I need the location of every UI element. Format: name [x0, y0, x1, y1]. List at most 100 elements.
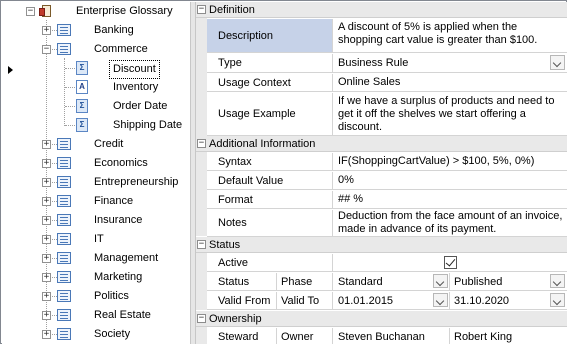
- tree-item-label: Politics: [94, 290, 129, 302]
- business-rule-icon: Σ: [76, 118, 88, 132]
- list-icon: [57, 214, 71, 226]
- tree-item-discount[interactable]: Σ Discount: [2, 59, 190, 79]
- property-row-validity[interactable]: Valid From Valid To 01.01.2015 31.10.202…: [207, 292, 567, 310]
- owner-value[interactable]: Robert King: [450, 328, 567, 344]
- category-definition[interactable]: − Definition: [196, 2, 567, 18]
- tree-item-credit[interactable]: + Credit: [2, 135, 190, 154]
- expand-toggle[interactable]: +: [42, 178, 51, 187]
- steward-value[interactable]: Steven Buchanan: [334, 328, 450, 344]
- category-ownership[interactable]: − Ownership: [196, 311, 567, 327]
- property-label: Status: [207, 273, 277, 290]
- property-row-default-value[interactable]: Default Value 0%: [207, 172, 567, 190]
- tree-item-politics[interactable]: + Politics: [2, 287, 190, 306]
- chevron-down-icon[interactable]: [550, 55, 565, 70]
- expand-toggle[interactable]: +: [42, 311, 51, 320]
- tree-item-shipping-date[interactable]: Σ Shipping Date: [2, 116, 190, 135]
- property-row-notes[interactable]: Notes Deduction from the face amount of …: [207, 210, 567, 237]
- business-rule-icon: Σ: [76, 99, 88, 113]
- property-label: Valid From: [207, 292, 277, 309]
- collapse-toggle[interactable]: −: [42, 45, 51, 54]
- tree-item-inventory[interactable]: A Inventory: [2, 78, 190, 97]
- default-value[interactable]: 0%: [334, 172, 567, 189]
- tree-item-label: Marketing: [94, 271, 143, 283]
- notes-value[interactable]: Deduction from the face amount of an inv…: [334, 210, 567, 236]
- property-label: Notes: [207, 210, 333, 236]
- tree-item-entrepreneurship[interactable]: + Entrepreneurship: [2, 173, 190, 192]
- property-label: Steward: [207, 328, 277, 344]
- list-icon: [57, 176, 71, 188]
- tree-item-label: Banking: [94, 24, 134, 36]
- tree-item-order-date[interactable]: Σ Order Date: [2, 97, 190, 116]
- collapse-toggle[interactable]: −: [197, 314, 206, 323]
- expand-toggle[interactable]: +: [42, 254, 51, 263]
- expand-toggle[interactable]: +: [42, 292, 51, 301]
- expand-toggle[interactable]: +: [42, 216, 51, 225]
- chevron-down-icon[interactable]: [433, 293, 448, 307]
- collapse-toggle[interactable]: −: [197, 139, 206, 148]
- tree-item-marketing[interactable]: + Marketing: [2, 268, 190, 287]
- property-row-type[interactable]: Type Business Rule: [207, 54, 567, 73]
- list-icon: [57, 309, 71, 321]
- chevron-down-icon[interactable]: [550, 274, 565, 288]
- list-icon: [57, 24, 71, 36]
- tree-item-management[interactable]: + Management: [2, 249, 190, 268]
- property-row-format[interactable]: Format ## %: [207, 191, 567, 209]
- category-status[interactable]: − Status: [196, 237, 567, 253]
- tree-item-insurance[interactable]: + Insurance: [2, 211, 190, 230]
- property-label: Default Value: [207, 172, 333, 189]
- property-row-usage-example[interactable]: Usage Example If we have a surplus of pr…: [207, 93, 567, 136]
- property-row-status[interactable]: Status Phase Standard Published: [207, 273, 567, 291]
- category-title: Ownership: [209, 313, 262, 325]
- expand-toggle[interactable]: +: [42, 197, 51, 206]
- grid-gutter: [196, 253, 207, 310]
- tree-item-label: Real Estate: [94, 309, 151, 321]
- tree-item-commerce[interactable]: − Commerce: [2, 40, 190, 59]
- usage-example-value[interactable]: If we have a surplus of products and nee…: [334, 93, 567, 135]
- tree-item-label: Inventory: [113, 81, 159, 93]
- tree-item-finance[interactable]: + Finance: [2, 192, 190, 211]
- tree-item-label: Management: [94, 252, 159, 264]
- property-label: Usage Example: [207, 93, 333, 135]
- expand-toggle[interactable]: +: [42, 235, 51, 244]
- chevron-down-icon[interactable]: [433, 274, 448, 288]
- collapse-toggle[interactable]: −: [26, 7, 35, 16]
- tree-item-label: Entrepreneurship: [94, 176, 179, 188]
- description-value[interactable]: A discount of 5% is applied when the sho…: [334, 19, 567, 52]
- expand-toggle[interactable]: +: [42, 26, 51, 35]
- expand-toggle[interactable]: +: [42, 273, 51, 282]
- tree-item-economics[interactable]: + Economics: [2, 154, 190, 173]
- format-value[interactable]: ## %: [334, 191, 567, 208]
- tree-item-real-estate[interactable]: + Real Estate: [2, 306, 190, 325]
- tree-item-label: Finance: [94, 195, 134, 207]
- tree-root[interactable]: − Enterprise Glossary: [2, 2, 190, 21]
- property-row-usage-context[interactable]: Usage Context Online Sales: [207, 74, 567, 92]
- property-row-active[interactable]: Active: [207, 254, 567, 272]
- business-rule-icon: Σ: [76, 61, 88, 75]
- active-checkbox[interactable]: [444, 256, 457, 269]
- property-row-syntax[interactable]: Syntax IF(ShoppingCartValue) > $100, 5%,…: [207, 153, 567, 171]
- category-additional-information[interactable]: − Additional Information: [196, 136, 567, 152]
- chevron-down-icon[interactable]: [550, 293, 565, 307]
- list-icon: [57, 157, 71, 169]
- syntax-value[interactable]: IF(ShoppingCartValue) > $100, 5%, 0%): [334, 153, 567, 170]
- expand-toggle[interactable]: +: [42, 159, 51, 168]
- collapse-toggle[interactable]: −: [197, 5, 206, 14]
- tree-item-label: Economics: [94, 157, 148, 169]
- tree-item-society[interactable]: + Society: [2, 325, 190, 344]
- glossary-icon: [39, 4, 54, 18]
- usage-context-value[interactable]: Online Sales: [334, 74, 567, 91]
- tree-item-it[interactable]: + IT: [2, 230, 190, 249]
- tree-item-label: Commerce: [94, 43, 148, 55]
- property-label: Syntax: [207, 153, 333, 170]
- tree-item-label: Order Date: [113, 100, 168, 112]
- expand-toggle[interactable]: +: [42, 140, 51, 149]
- property-row-ownership[interactable]: Steward Owner Steven Buchanan Robert Kin…: [207, 328, 567, 344]
- property-grid: − Definition Description A discount of 5…: [196, 2, 567, 344]
- expand-toggle[interactable]: +: [42, 330, 51, 339]
- category-title: Definition: [209, 4, 255, 16]
- tree-item-banking[interactable]: + Banking: [2, 21, 190, 40]
- list-icon: [57, 271, 71, 283]
- property-row-description[interactable]: Description A discount of 5% is applied …: [207, 19, 567, 53]
- type-value[interactable]: Business Rule: [334, 54, 567, 72]
- collapse-toggle[interactable]: −: [197, 240, 206, 249]
